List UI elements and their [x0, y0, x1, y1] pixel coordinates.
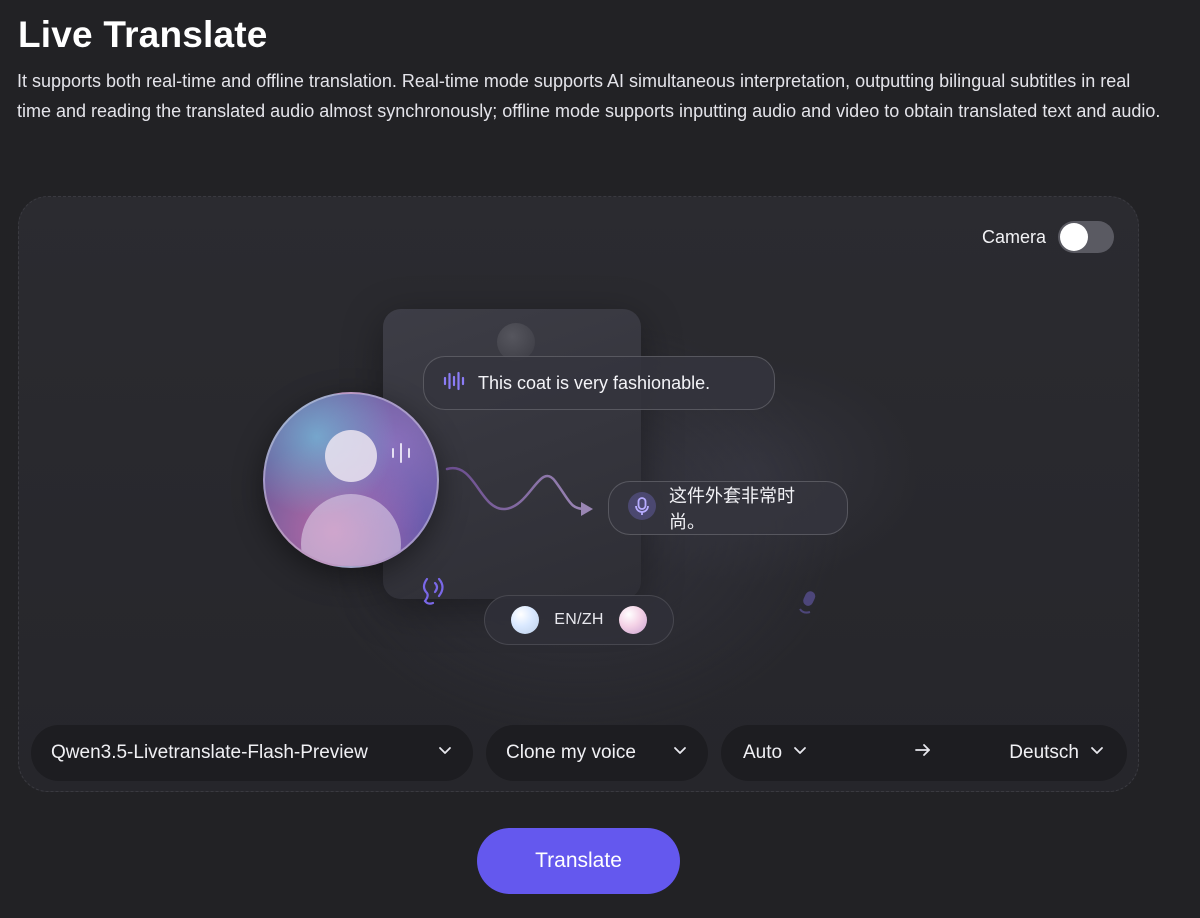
- language-select-group: Auto Deutsch: [721, 725, 1127, 781]
- language-pair-label: EN/ZH: [554, 611, 604, 628]
- source-subtitle-bubble: This coat is very fashionable.: [423, 356, 775, 410]
- arrow-right-icon: [913, 740, 933, 766]
- camera-toggle[interactable]: [1058, 221, 1114, 253]
- translation-stage: Camera This coat is very fashionable. 这件…: [18, 196, 1139, 792]
- mic-decoration-icon: [795, 589, 821, 622]
- speaking-icon: [419, 575, 449, 614]
- source-language-value: Auto: [743, 742, 783, 763]
- microphone-icon: [627, 491, 657, 526]
- live-translate-page: Live Translate It supports both real-tim…: [0, 0, 1200, 918]
- language-pair-pill: EN/ZH: [484, 595, 674, 645]
- swap-languages-button[interactable]: [913, 725, 933, 781]
- target-language-select[interactable]: Deutsch: [1009, 725, 1105, 781]
- page-title: Live Translate: [18, 14, 268, 55]
- avatar-head: [325, 430, 377, 482]
- source-language-dot: [511, 606, 539, 634]
- audio-wave-icon: [442, 369, 466, 398]
- voice-wave-icon: [389, 440, 413, 471]
- model-select[interactable]: Qwen3.5-Livetranslate-Flash-Preview: [31, 725, 473, 781]
- translation-flow-arrow: [445, 461, 595, 526]
- chevron-down-icon: [792, 742, 808, 764]
- target-language-value: Deutsch: [1009, 742, 1079, 763]
- chevron-down-icon: [1089, 742, 1105, 764]
- page-description: It supports both real-time and offline t…: [17, 71, 1161, 121]
- toggle-knob: [1060, 223, 1088, 251]
- chevron-down-icon: [672, 742, 688, 764]
- target-subtitle-text: 这件外套非常时尚。: [669, 486, 795, 533]
- speaker-avatar: [263, 392, 439, 568]
- source-language-select[interactable]: Auto: [743, 725, 808, 781]
- source-subtitle-text: This coat is very fashionable.: [478, 372, 711, 393]
- target-subtitle-bubble: 这件外套非常时尚。: [608, 481, 848, 535]
- avatar-body: [301, 494, 401, 566]
- chevron-down-icon: [437, 742, 453, 764]
- voice-select[interactable]: Clone my voice: [486, 725, 708, 781]
- target-language-dot: [619, 606, 647, 634]
- voice-select-value: Clone my voice: [506, 742, 636, 763]
- translate-button[interactable]: Translate: [477, 828, 680, 894]
- camera-label: Camera: [981, 226, 1046, 247]
- model-select-value: Qwen3.5-Livetranslate-Flash-Preview: [51, 742, 368, 763]
- camera-control: Camera: [982, 221, 1114, 253]
